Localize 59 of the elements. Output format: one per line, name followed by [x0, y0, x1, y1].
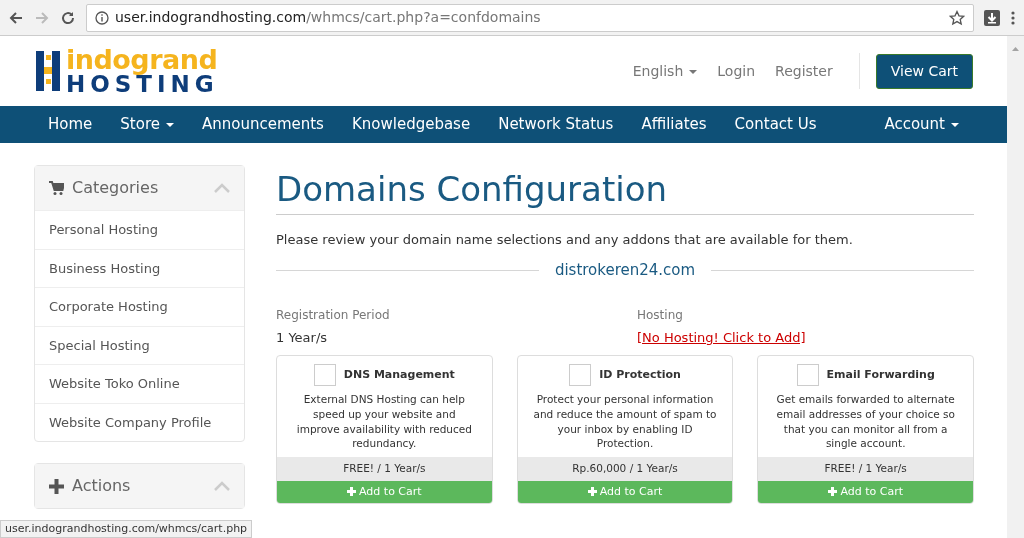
collapse-icon[interactable]	[214, 481, 230, 491]
addon-description: External DNS Hosting can help speed up your website and improve availability with reduced redundancy.	[295, 392, 473, 452]
logo[interactable]: indogrand HOSTING	[36, 46, 219, 96]
price-text: Rp.60,000 / 1 Year/s	[517, 457, 733, 481]
nav-link[interactable]: Affiliates	[627, 113, 721, 136]
back-icon[interactable]	[8, 9, 24, 26]
sidebar-item[interactable]: Personal Hosting	[35, 210, 244, 249]
header-link[interactable]: Register	[765, 60, 843, 82]
scrollbar[interactable]	[1007, 36, 1024, 538]
addon-name: Email Forwarding	[826, 367, 935, 384]
sidebar-item[interactable]: Website Company Profile	[35, 402, 244, 441]
collapse-icon[interactable]	[214, 183, 230, 193]
add-hosting-link[interactable]: [No Hosting! Click to Add]	[637, 327, 806, 348]
field-label: Hosting	[637, 306, 684, 324]
cart-icon	[49, 180, 64, 196]
plus-icon	[587, 486, 597, 496]
checkbox[interactable]	[569, 364, 592, 387]
star-icon[interactable]	[949, 9, 965, 26]
view-cart-button[interactable]: View Cart	[875, 53, 973, 89]
checkbox[interactable]	[796, 364, 819, 387]
nav-link[interactable]: Contact Us	[720, 113, 831, 136]
address-bar[interactable]: user.indograndhosting.com/whmcs/cart.php?a=confdomains	[86, 3, 974, 32]
field-value: 1 Year/s	[276, 328, 329, 347]
menu-icon[interactable]	[1010, 9, 1016, 26]
plus-icon	[49, 478, 64, 494]
sidebar-item[interactable]: Website Toko Online	[35, 364, 244, 403]
addon-description: Get emails forwarded to alternate email addresses of your choice so that you can monitor all from a single account.	[775, 392, 956, 452]
info-icon	[95, 10, 109, 25]
intro-text: Please review your domain name selections and any addons that are available for them.	[276, 230, 854, 249]
domain-name: distrokeren24.com	[554, 260, 696, 282]
field-label: Registration Period	[276, 306, 391, 324]
panel-header[interactable]: Categories	[35, 166, 244, 210]
sidebar-item[interactable]: Special Hosting	[35, 325, 244, 364]
sidebar-item[interactable]: Corporate Hosting	[35, 287, 244, 326]
price-text: FREE! / 1 Year/s	[277, 457, 492, 481]
header-link[interactable]: Login	[707, 60, 766, 82]
plus-icon	[347, 486, 357, 496]
download-icon[interactable]	[984, 9, 1000, 26]
nav-link[interactable]: Knowledgebase	[337, 113, 485, 136]
checkbox[interactable]	[313, 364, 336, 387]
status-url: user.indograndhosting.com/whmcs/cart.php	[0, 519, 253, 538]
url-text: user.indograndhosting.com/whmcs/cart.php?a=confdomains	[115, 8, 541, 27]
addon-name: DNS Management	[343, 367, 455, 384]
forward-icon[interactable]	[34, 9, 50, 26]
nav-link[interactable]: Network Status	[484, 113, 628, 136]
addon-description: Protect your personal information and reduce the amount of spam to your inbox by enabling ID Protection.	[532, 392, 718, 452]
nav-link[interactable]: Home	[34, 113, 107, 136]
addon-name: ID Protection	[599, 367, 681, 384]
nav-link[interactable]: Announcements	[187, 113, 338, 136]
nav-link[interactable]: Account	[870, 113, 973, 136]
page-heading: Domains Configuration	[276, 169, 974, 215]
plus-icon	[828, 486, 838, 496]
panel-header[interactable]: Actions	[35, 464, 244, 508]
header-link[interactable]: English	[622, 60, 708, 82]
nav-link[interactable]: Store	[106, 113, 188, 136]
reload-icon[interactable]	[60, 9, 76, 26]
price-text: FREE! / 1 Year/s	[758, 457, 973, 481]
sidebar-item[interactable]: Business Hosting	[35, 248, 244, 287]
logo-mark-icon	[36, 49, 62, 93]
